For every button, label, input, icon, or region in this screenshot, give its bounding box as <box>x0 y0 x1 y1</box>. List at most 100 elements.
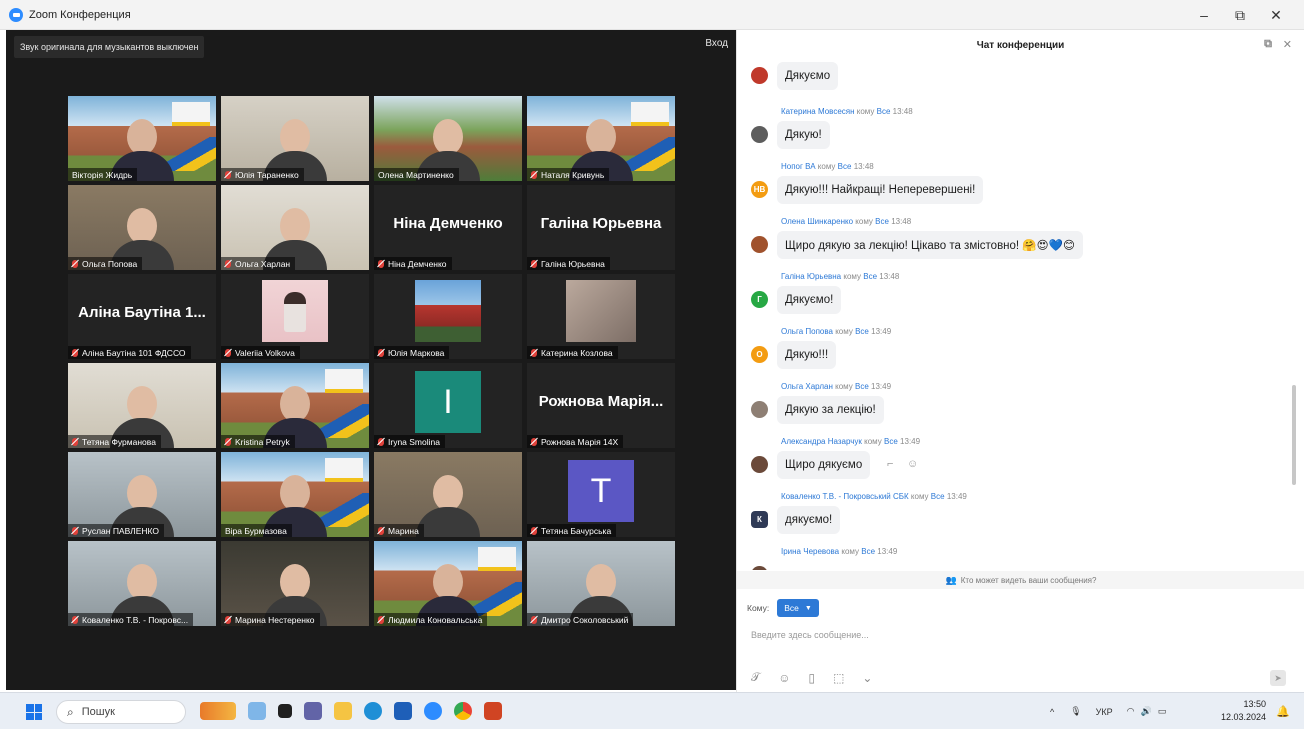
message-bubble[interactable]: дякуємо! <box>777 506 841 534</box>
participant-tile[interactable]: I Iryna Smolina <box>374 363 522 448</box>
chat-panel: Чат конференции ⧉ ✕ Дякуємо Катерина Мовс… <box>736 30 1304 692</box>
restore-button[interactable]: ⧉ <box>1222 0 1258 30</box>
original-sound-banner[interactable]: Звук оригинала для музыкантов выключен <box>14 36 205 58</box>
muted-mic-icon <box>531 526 537 535</box>
participant-tile[interactable]: Тетяна Фурманова <box>68 363 216 448</box>
participant-tile[interactable]: Valeriia Volkova <box>221 274 369 359</box>
message-bubble[interactable]: Дякуємо! <box>777 286 842 314</box>
muted-mic-icon <box>378 348 384 357</box>
participant-tile[interactable]: Наталя Кривунь <box>527 96 675 181</box>
privacy-note[interactable]: 👥 Кто может видеть ваши сообщения? <box>737 571 1304 589</box>
participant-tile[interactable]: Катерина Козлова <box>527 274 675 359</box>
file-icon[interactable]: ▯ <box>808 671 815 685</box>
message-bubble[interactable]: Щиро дякуємо <box>777 451 871 479</box>
message-sender-line: Ірина Черевова кому Все 13:49 <box>781 547 897 556</box>
send-button[interactable]: ➤ <box>1270 670 1286 686</box>
popout-icon[interactable]: ⧉ <box>1264 38 1272 51</box>
message-recipient: Все <box>875 217 889 226</box>
copilot-icon[interactable] <box>248 702 266 720</box>
participant-tile[interactable]: Вікторія Жидрь <box>68 96 216 181</box>
avatar <box>751 126 768 143</box>
message-time: 13:48 <box>892 107 913 116</box>
volume-icon[interactable]: 🔊 <box>1141 706 1152 717</box>
message-bubble[interactable]: Дякую!!! Найкращі! Неперевершені! <box>777 176 984 204</box>
minimize-button[interactable]: – <box>1186 0 1222 30</box>
message-to-word: кому <box>841 547 860 556</box>
edge-icon[interactable] <box>364 702 382 720</box>
participant-tile[interactable]: Олена Мартиненко <box>374 96 522 181</box>
participant-name-label: Галіна Юрьевна <box>527 257 610 270</box>
muted-mic-icon <box>225 348 231 357</box>
battery-icon[interactable]: ▭ <box>1158 706 1167 717</box>
muted-mic-icon <box>531 259 537 268</box>
taskbar-search[interactable]: ⌕ Пошук <box>56 700 186 724</box>
format-icon[interactable]: 𝒯 <box>751 670 760 685</box>
widgets-icon[interactable] <box>200 702 236 720</box>
message-input[interactable]: Введите здесь сообщение... <box>751 630 869 640</box>
participant-tile[interactable]: Дмитро Соколовський <box>527 541 675 626</box>
language-indicator[interactable]: УКР <box>1096 707 1113 717</box>
powerpoint-icon[interactable] <box>484 702 502 720</box>
participant-name-label: Руслан ПАВЛЕНКО <box>68 524 165 537</box>
message-bubble[interactable]: Дякуємо <box>777 62 839 90</box>
participant-tile[interactable]: Юлія Тараненко <box>221 96 369 181</box>
message-to-word: кому <box>835 382 853 391</box>
participant-name-label: Віра Бурмазова <box>221 524 292 537</box>
participant-tile[interactable]: Ольга Харлан <box>221 185 369 270</box>
participant-name: Kristina Petryk <box>235 436 290 447</box>
participant-tile[interactable]: Марина <box>374 452 522 537</box>
file-explorer-icon[interactable] <box>334 702 352 720</box>
participant-tile[interactable]: Юлія Маркова <box>374 274 522 359</box>
chat-scrollbar[interactable] <box>1292 385 1296 485</box>
participant-tile[interactable]: Ніна Демченко Ніна Демченко <box>374 185 522 270</box>
microphone-icon[interactable]: 🎙 <box>1070 706 1081 717</box>
message-recipient: Все <box>930 492 945 501</box>
add-reaction-icon[interactable]: ☺ <box>907 458 918 470</box>
participant-tile[interactable]: T Тетяна Бачурська <box>527 452 675 537</box>
task-view-icon[interactable] <box>278 704 292 718</box>
message-list[interactable]: Дякуємо Катерина Мовсесян кому Все 13:48 Д… <box>737 60 1287 570</box>
participant-tile[interactable]: Марина Нестеренко <box>221 541 369 626</box>
participant-name-label: Kristina Petryk <box>221 435 295 448</box>
muted-mic-icon <box>72 526 78 535</box>
close-window-button[interactable]: ✕ <box>1258 0 1294 30</box>
teams-icon[interactable] <box>304 702 322 720</box>
clock-date: 12.03.2024 <box>1220 712 1266 722</box>
zoom-taskbar-icon[interactable] <box>424 702 442 720</box>
reply-icon[interactable]: ⌐ <box>887 458 893 470</box>
message-bubble[interactable]: Дякую!!! <box>777 341 837 369</box>
windows-start-icon[interactable] <box>26 704 42 720</box>
participant-tile[interactable]: Рожнова Марія... Рожнова Марія 14Х <box>527 363 675 448</box>
participant-tile[interactable]: Руслан ПАВЛЕНКО <box>68 452 216 537</box>
message-to-word: кому <box>843 272 862 281</box>
message-bubble[interactable]: Дякую! <box>777 121 830 149</box>
participant-tile[interactable]: Аліна Баутіна 1... Аліна Баутіна 101 ФДСС… <box>68 274 216 359</box>
participant-tile[interactable]: Галіна Юрьевна Галіна Юрьевна <box>527 185 675 270</box>
message-bubble[interactable]: Щиро дякую за лекцію! Цікаво та змістовн… <box>777 231 1083 259</box>
close-icon[interactable]: ✕ <box>1283 38 1292 51</box>
participant-tile[interactable]: Kristina Petryk <box>221 363 369 448</box>
message-sender-line: Олена Шинкаренко кому Все 13:48 <box>781 217 911 226</box>
chrome-icon[interactable] <box>454 702 472 720</box>
clock[interactable]: 13:50 12.03.2024 <box>1221 698 1266 724</box>
participant-tile[interactable]: Віра Бурмазова <box>221 452 369 537</box>
recipient-dropdown[interactable]: Все ▼ <box>777 599 819 617</box>
more-chevron-icon[interactable]: ⌄ <box>862 671 872 685</box>
emoji-icon[interactable]: ☺ <box>778 671 790 685</box>
wifi-icon[interactable]: ◠ <box>1127 706 1135 717</box>
muted-mic-icon <box>378 259 384 268</box>
notification-bell-icon[interactable]: 🔔 <box>1276 705 1290 718</box>
enter-button[interactable]: Вход <box>705 38 728 49</box>
chat-toolbar: 𝒯 ☺ ▯ ⬚ ⌄ <box>751 670 872 685</box>
message-bubble[interactable]: Дякую за лекцію! <box>777 396 884 424</box>
store-icon[interactable] <box>394 702 412 720</box>
message-time: 13:48 <box>879 272 900 281</box>
participant-tile[interactable]: Людмила Коновальська <box>374 541 522 626</box>
participant-tile[interactable]: Ольга Попова <box>68 185 216 270</box>
message-sender: Ірина Черевова <box>781 547 840 556</box>
tray-chevron-icon[interactable]: ^ <box>1050 707 1054 717</box>
participant-tile[interactable]: Коваленко Т.В. - Покровс... <box>68 541 216 626</box>
screenshot-icon[interactable]: ⬚ <box>833 671 844 685</box>
video-gallery: Звук оригинала для музыкантов выключен В… <box>6 30 736 690</box>
participant-name: Коваленко Т.В. - Покровс... <box>82 614 189 625</box>
